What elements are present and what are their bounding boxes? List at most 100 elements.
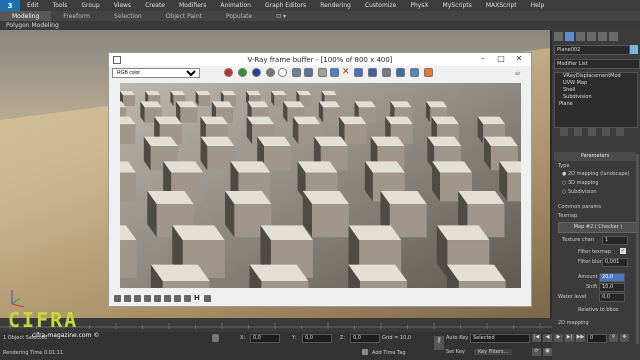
menu-modifiers[interactable]: Modifiers [172,2,213,9]
polygon-modeling-label[interactable]: Polygon Modeling [0,22,59,29]
add-time-tag[interactable]: Add Time Tag [372,350,406,356]
minimize-button[interactable]: – [474,54,492,64]
clear-icon[interactable]: ✕ [342,67,350,77]
tab-freeform[interactable]: Freeform [51,13,102,20]
create-tab-icon[interactable] [554,32,563,41]
zoom-icon[interactable]: ⚲ [609,334,618,342]
menu-myscripts[interactable]: MyScripts [436,2,479,9]
lens-effects-icon[interactable] [424,68,433,77]
menu-physx[interactable]: PhysX [403,2,435,9]
stack-item-vraydisplacementmod[interactable]: VRayDisplacementMod [555,73,637,80]
maximize-viewport-icon[interactable]: ▣ [543,347,552,356]
remove-modifier-icon[interactable] [602,128,610,136]
render-region-icon[interactable] [354,68,363,77]
menu-rendering[interactable]: Rendering [313,2,358,9]
object-color-swatch[interactable] [630,45,638,54]
menu-create[interactable]: Create [138,2,172,9]
menu-customize[interactable]: Customize [358,2,404,9]
go-to-start-icon[interactable]: |◀ [532,334,541,342]
show-red-channel-icon[interactable] [224,68,233,77]
height-icon[interactable]: H [194,294,200,302]
x-coordinate-field[interactable]: 0,0 [250,334,280,343]
make-unique-icon[interactable] [588,128,596,136]
tab-modeling[interactable]: Modeling [0,11,52,21]
menu-animation[interactable]: Animation [213,2,258,9]
monochrome-icon[interactable] [266,68,275,77]
amount-spinner[interactable]: 20,0 [599,273,625,282]
render-last-icon[interactable] [382,68,391,77]
application-button[interactable]: 3 [0,0,20,11]
channel-select[interactable]: RGB color [112,68,200,78]
menu-views[interactable]: Views [107,2,138,9]
show-blue-channel-icon[interactable] [252,68,261,77]
exposure-icon[interactable] [144,295,151,302]
object-name-field[interactable]: Plane002 [554,45,630,55]
stamp-icon[interactable] [204,295,211,302]
next-frame-icon[interactable]: ▶| [565,334,574,342]
motion-tab-icon[interactable] [587,32,596,41]
load-image-icon[interactable] [304,68,313,77]
type-option-2d[interactable]: ● 2D mapping (landscape) [562,171,630,177]
play-icon[interactable]: ▶ [554,334,563,342]
z-coordinate-field[interactable]: 0,0 [350,334,380,343]
tab-selection[interactable]: Selection [102,13,154,20]
display-tab-icon[interactable] [598,32,607,41]
previous-frame-icon[interactable]: ◀ [543,334,552,342]
maximize-button[interactable]: □ [492,54,510,64]
track-mouse-icon[interactable] [368,68,377,77]
ocio-icon[interactable] [174,295,181,302]
clear-image-icon[interactable] [318,68,327,77]
tab-populate[interactable]: Populate [214,13,264,20]
current-frame-field[interactable]: 0 [587,334,607,343]
save-image-icon[interactable] [292,68,301,77]
time-slider[interactable] [0,318,552,332]
stack-item-subdivision[interactable]: Subdivision [555,94,637,101]
show-end-result-icon[interactable] [574,128,582,136]
utilities-tab-icon[interactable] [609,32,618,41]
panel-scrollbar[interactable] [636,154,639,344]
stack-item-plane[interactable]: Plane [555,101,637,108]
white-channel-icon[interactable] [278,68,287,77]
key-icon[interactable]: ⚷ [434,336,444,350]
lock-selection-icon[interactable] [212,334,219,342]
menu-group[interactable]: Group [74,2,106,9]
go-to-end-icon[interactable]: ▶▶ [576,334,585,342]
menu-graph-editors[interactable]: Graph Editors [258,2,313,9]
texmap-button[interactable]: Map #2 ( Checker ) [558,222,638,233]
stack-item-uvw-map[interactable]: UVW Map [555,80,637,87]
auto-key-button[interactable]: Auto Key [446,335,468,341]
parameters-rollout-header[interactable]: Parameters [554,152,636,161]
show-green-channel-icon[interactable] [238,68,247,77]
copy-to-max-icon[interactable] [330,68,339,77]
hierarchy-tab-icon[interactable] [576,32,585,41]
pin-stack-icon[interactable] [560,128,568,136]
orbit-icon[interactable]: ⟳ [532,347,541,356]
configure-sets-icon[interactable] [616,128,624,136]
close-button[interactable]: ✕ [510,54,528,64]
menu-edit[interactable]: Edit [20,2,46,9]
y-coordinate-field[interactable]: 0,0 [302,334,332,343]
link-to-max-icon[interactable] [396,68,405,77]
lut-icon[interactable] [164,295,171,302]
time-tag-icon[interactable] [362,349,368,355]
menu-maxscript[interactable]: MAXScript [479,2,524,9]
relative-bbox-label[interactable]: Relative to bbox [578,307,619,313]
stack-item-shell[interactable]: Shell [555,87,637,94]
menu-help[interactable]: Help [524,2,552,9]
color-corrections-icon[interactable] [410,68,419,77]
shift-spinner[interactable]: 10,0 [599,283,625,292]
history-icon[interactable] [114,295,121,302]
selection-set-dropdown[interactable]: Selected [470,334,530,343]
type-option-subdivision[interactable]: ○ Subdivision [562,189,597,195]
teapot-render-icon[interactable]: ☕ [514,68,525,77]
ribbon-options-icon[interactable]: ⊡ ▾ [264,13,298,20]
key-filters-button[interactable]: Key Filters... [474,349,513,355]
curve-icon[interactable] [134,295,141,302]
menu-tools[interactable]: Tools [46,2,75,9]
srgb-icon[interactable] [154,295,161,302]
water-level-spinner[interactable]: 0,0 [599,293,625,302]
filter-texmap-checkbox[interactable]: ✓ [620,248,626,254]
modify-tab-icon[interactable] [565,32,574,41]
type-option-3d[interactable]: ○ 3D mapping [562,180,599,186]
tab-object-paint[interactable]: Object Paint [154,13,214,20]
